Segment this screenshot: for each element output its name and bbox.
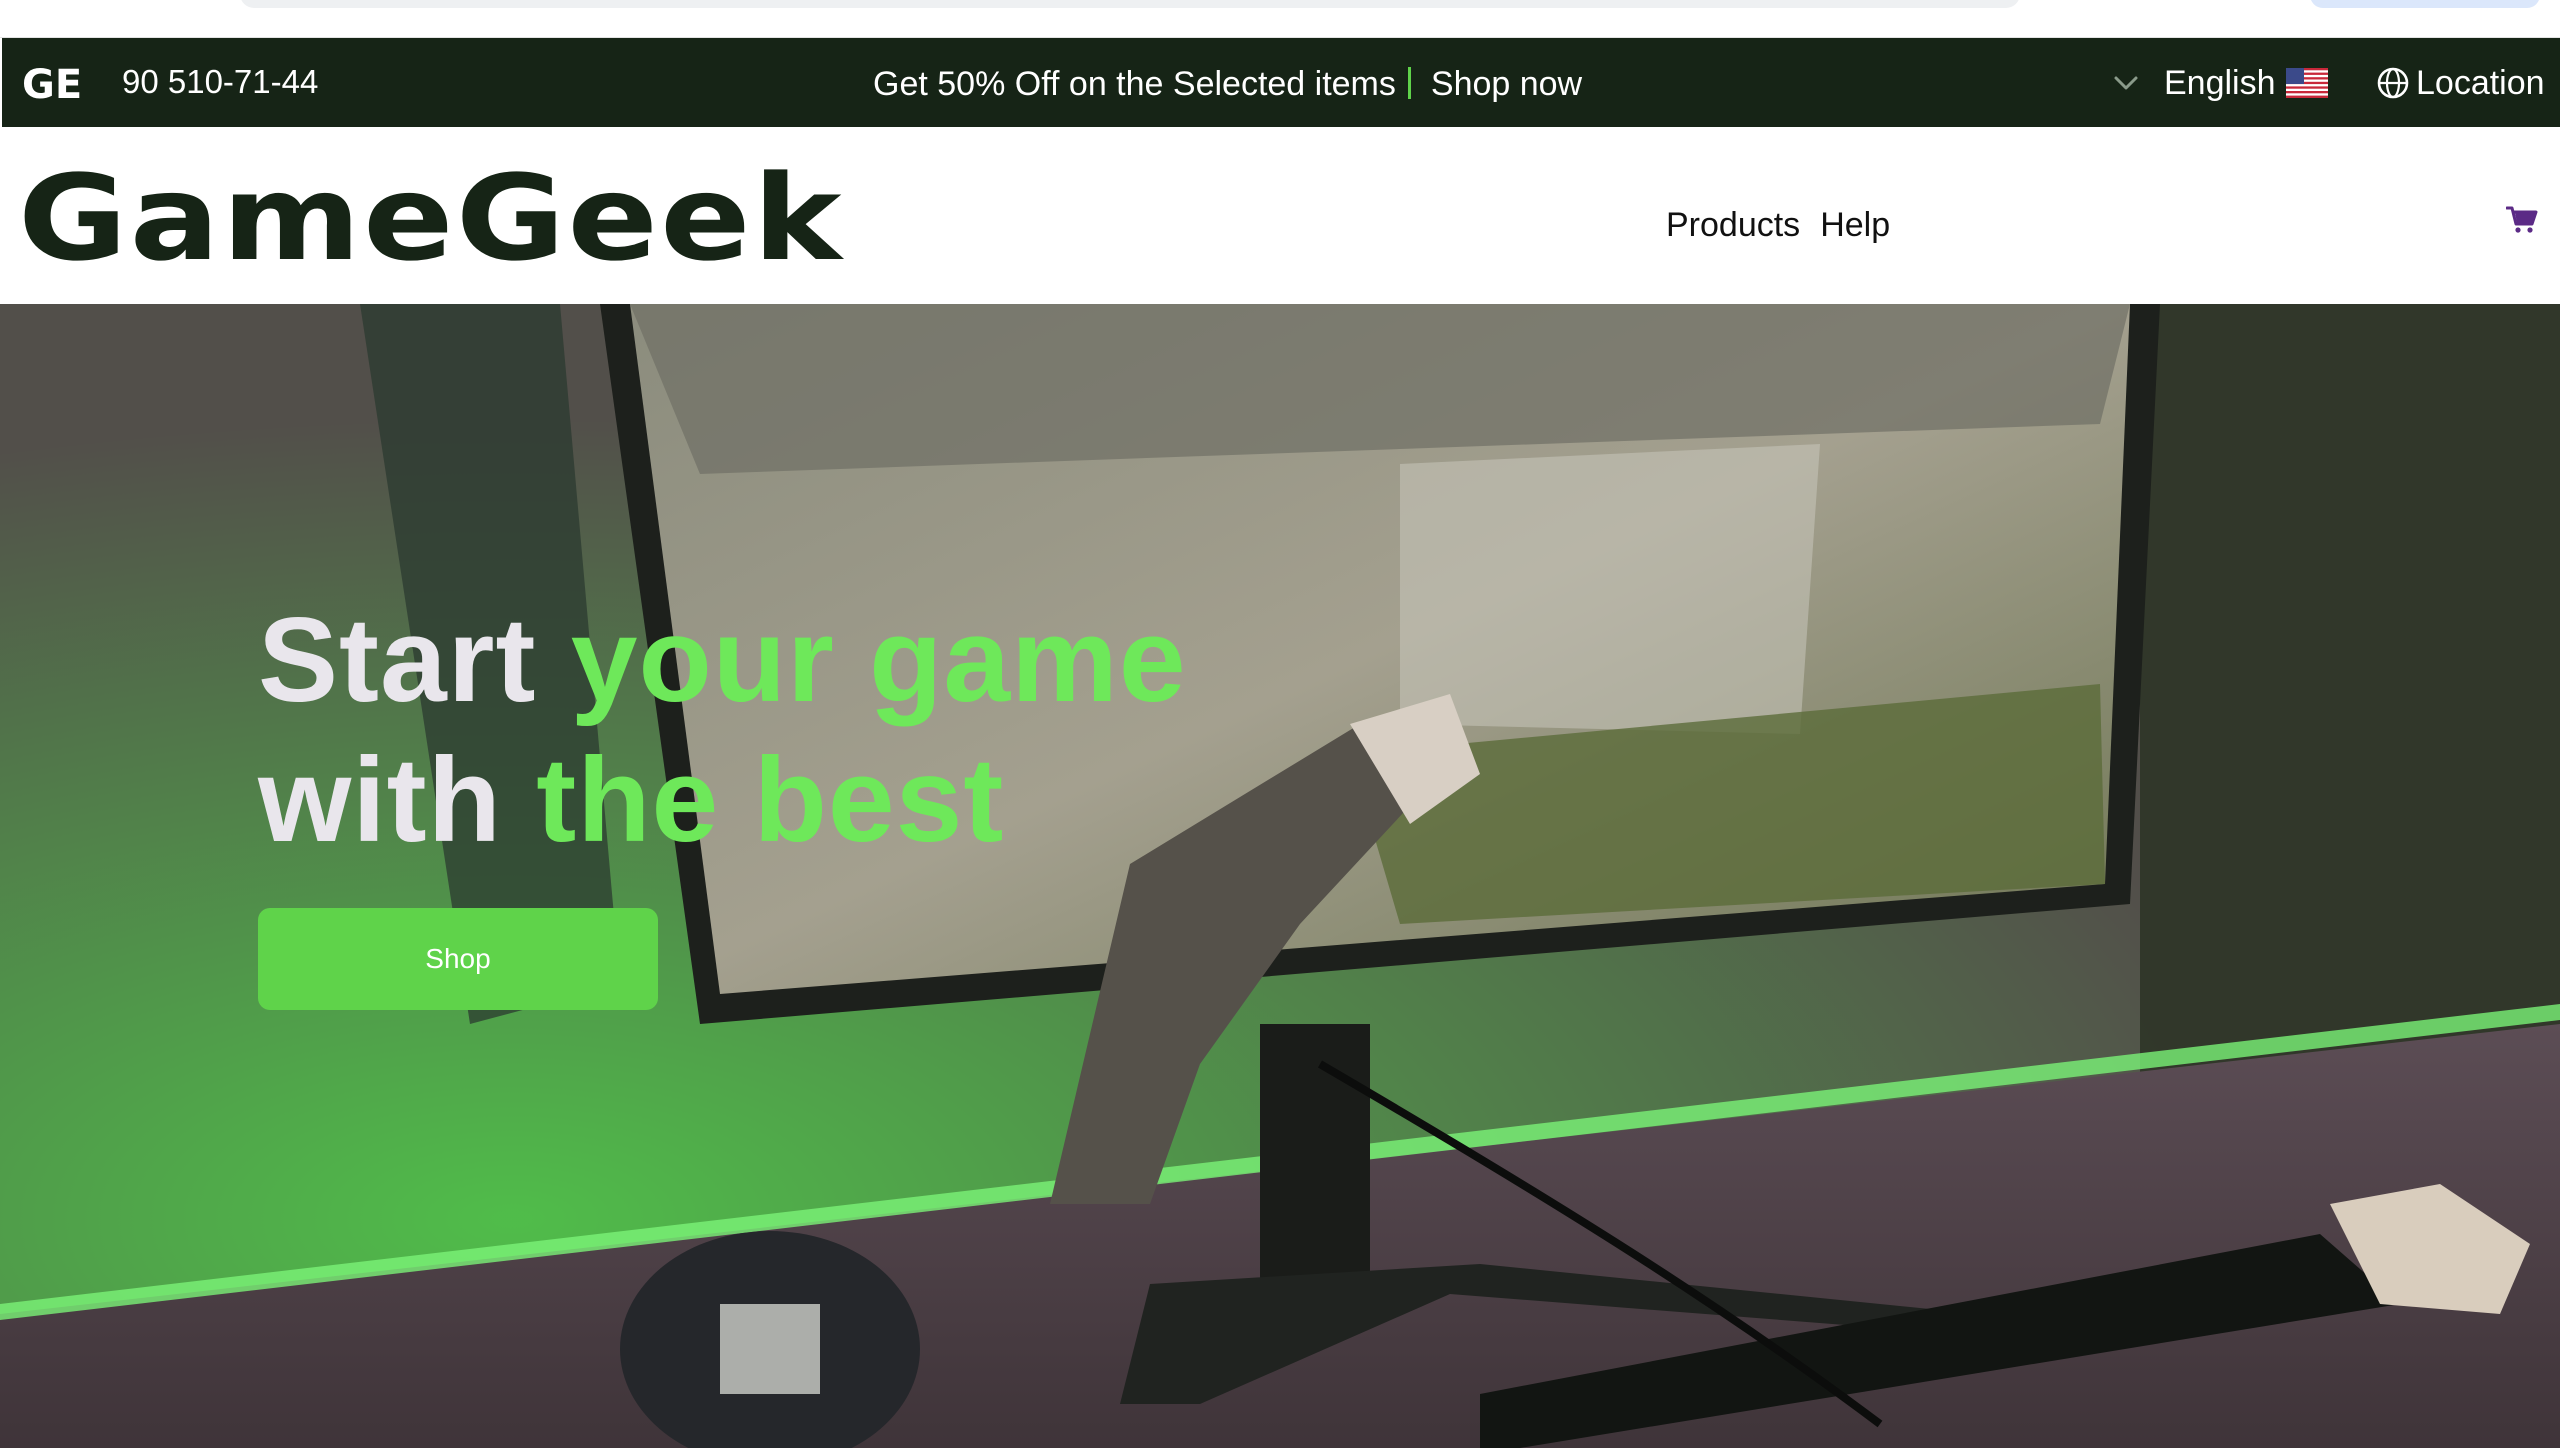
location-selector[interactable]: Location [2376, 62, 2545, 104]
headline-line1-white: Start [258, 593, 571, 727]
location-label: Location [2416, 64, 2545, 102]
nav-products[interactable]: Products [1666, 204, 1800, 246]
headline-line2-white: with [258, 733, 537, 867]
us-flag-icon [2285, 68, 2328, 98]
language-label: English [2164, 64, 2276, 102]
promo-bar: GE 90 510-71-44 Get 50% Off on the Selec… [2, 38, 2560, 127]
promo-text: Get 50% Off on the Selected items [873, 65, 1396, 103]
main-nav: Products Help [1666, 204, 1890, 246]
browser-chrome [0, 0, 2560, 38]
globe-icon [2377, 67, 2409, 99]
site-header: GameGeek Products Help [0, 127, 2560, 304]
headline-line1-green: your game [570, 593, 1187, 727]
browser-address-bar[interactable] [240, 0, 2020, 8]
cart-icon[interactable] [2506, 205, 2538, 235]
shop-now-link[interactable]: Shop now [1431, 65, 1582, 103]
promo-message: Get 50% Off on the Selected items Shop no… [873, 64, 1582, 104]
brand-mark-text: GE [22, 62, 82, 104]
language-selector[interactable]: English [2112, 62, 2328, 104]
shop-button[interactable]: Shop [258, 908, 658, 1010]
brand-mark-icon[interactable]: GE [22, 62, 106, 104]
headline-line2-green: the best [536, 733, 1005, 867]
promo-divider [1407, 67, 1411, 99]
chevron-down-icon [2114, 76, 2138, 90]
hero-headline: Start your game with the best [258, 590, 1187, 870]
hero-background-image [0, 304, 2560, 1448]
gamegeek-logo[interactable]: GameGeek [18, 167, 1018, 279]
nav-help[interactable]: Help [1820, 204, 1890, 246]
phone-number[interactable]: 90 510-71-44 [122, 62, 318, 102]
browser-profile-pill[interactable] [2310, 0, 2540, 8]
logo-text: GameGeek [18, 167, 845, 279]
hero-banner: Start your game with the best Shop [0, 304, 2560, 1448]
